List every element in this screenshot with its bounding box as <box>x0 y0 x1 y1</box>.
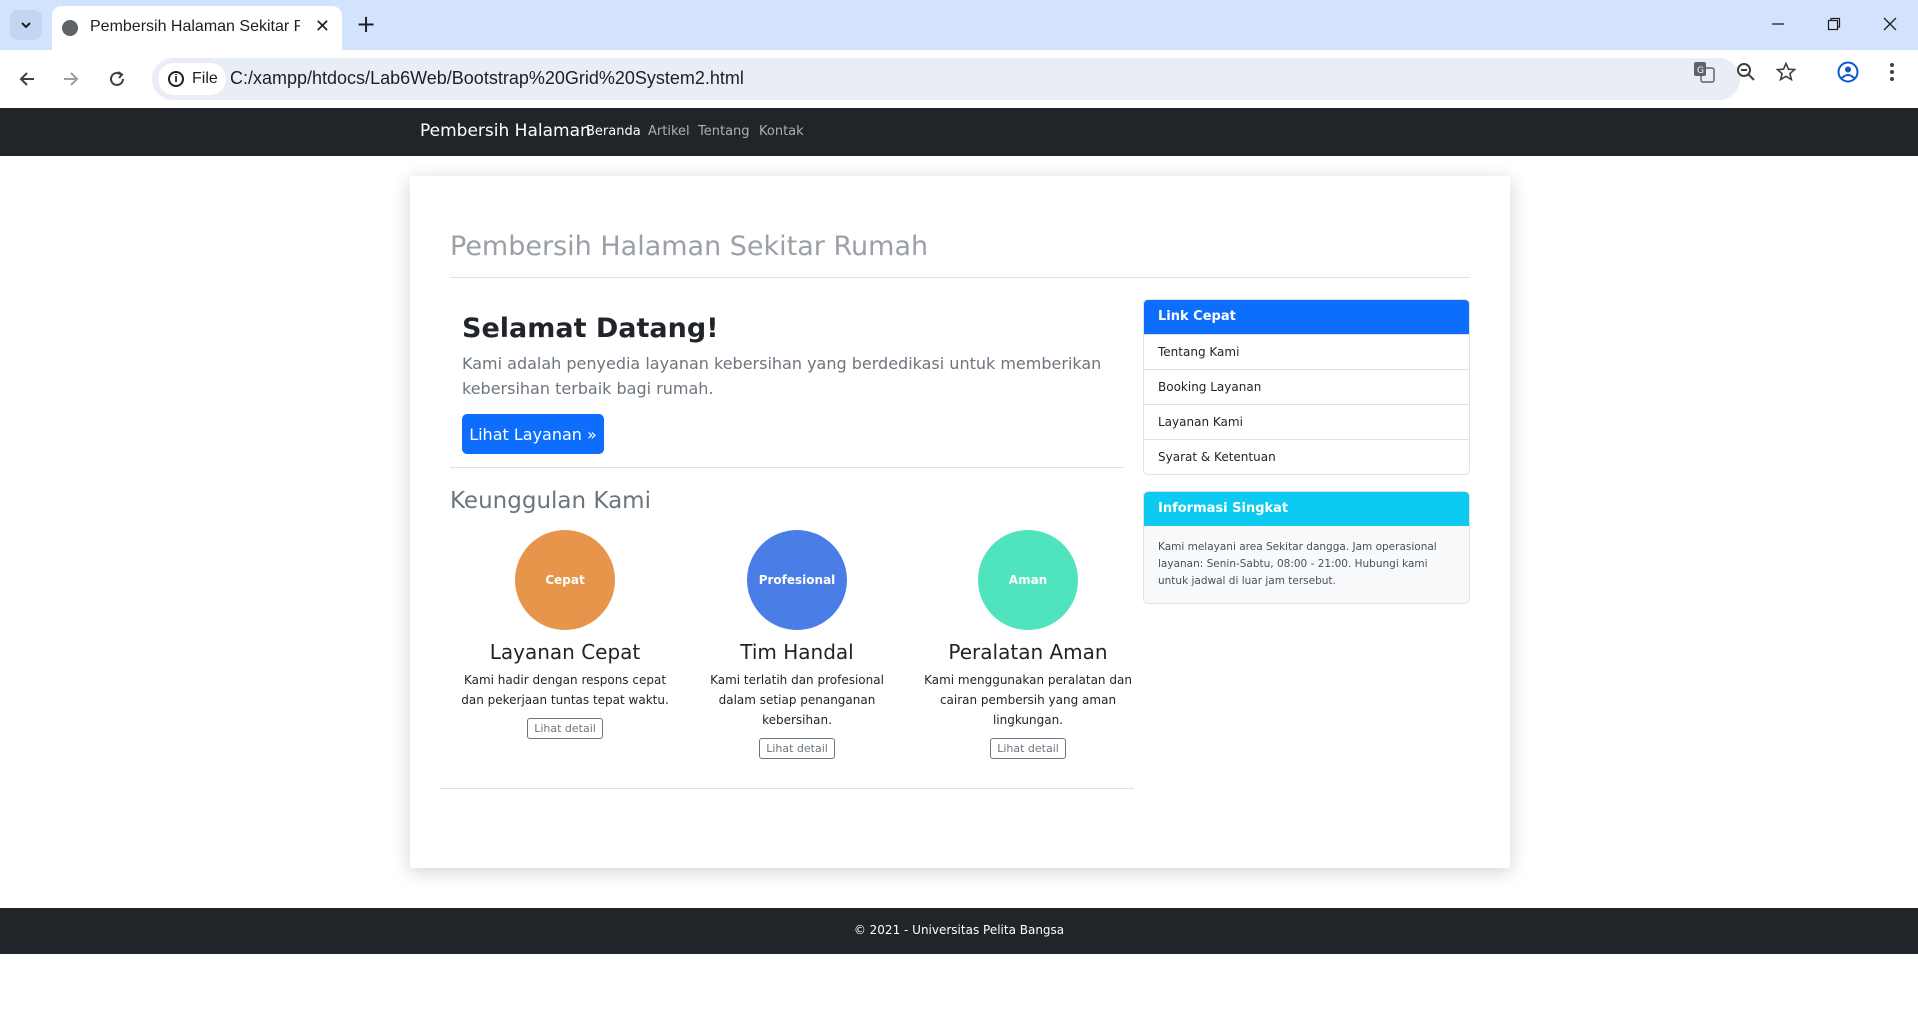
close-icon <box>1883 17 1897 31</box>
profile-icon[interactable] <box>1836 60 1860 84</box>
translate-icon[interactable]: G <box>1692 60 1716 84</box>
quick-links-header: Link Cepat <box>1144 300 1469 334</box>
features-divider <box>440 788 1134 789</box>
nav-link-artikel[interactable]: Artikel <box>648 124 690 139</box>
site-info-label: File <box>192 70 218 87</box>
feature-detail-button[interactable]: Lihat detail <box>990 738 1066 759</box>
chevron-down-icon <box>21 22 31 29</box>
feature-title: Tim Handal <box>740 640 854 664</box>
zoom-icon[interactable] <box>1734 60 1758 84</box>
quick-link-item[interactable]: Layanan Kami <box>1144 404 1469 439</box>
nav-link-tentang[interactable]: Tentang <box>698 124 750 139</box>
feature-badge-circle: Aman <box>978 530 1078 630</box>
feature-title: Peralatan Aman <box>948 640 1108 664</box>
info-text: Kami melayani area Sekitar dangga. Jam o… <box>1144 526 1469 603</box>
feature-card: Aman Peralatan Aman Kami menggunakan per… <box>923 530 1133 759</box>
welcome-text: Kami adalah penyedia layanan kebersihan … <box>462 354 1102 398</box>
quick-link-item[interactable]: Tentang Kami <box>1144 334 1469 369</box>
main-container: Pembersih Halaman Sekitar Rumah Selamat … <box>410 176 1510 868</box>
feature-detail-button[interactable]: Lihat detail <box>527 718 603 739</box>
welcome-heading: Selamat Datang! <box>462 313 719 344</box>
feature-badge-circle: Profesional <box>747 530 847 630</box>
minimize-icon <box>1772 23 1784 25</box>
close-window-button[interactable] <box>1870 8 1910 40</box>
forward-arrow-icon <box>64 72 79 86</box>
features-heading: Keunggulan Kami <box>450 488 651 514</box>
restore-icon <box>1827 17 1841 31</box>
footer-copyright: © 2021 - Universitas Pelita Bangsa <box>853 923 1065 937</box>
welcome-divider <box>450 467 1123 468</box>
feature-text: Kami hadir dengan respons cepat dan peke… <box>461 673 669 707</box>
info-header: Informasi Singkat <box>1144 492 1469 526</box>
site-footer: © 2021 - Universitas Pelita Bangsa <box>0 908 1918 954</box>
info-icon: i <box>168 71 184 87</box>
feature-card: Profesional Tim Handal Kami terlatih dan… <box>692 530 902 759</box>
tab-search-button[interactable] <box>10 10 42 40</box>
close-tab-icon[interactable]: ✕ <box>315 16 330 37</box>
reload-icon <box>110 71 124 86</box>
quick-link-item[interactable]: Syarat & Ketentuan <box>1144 439 1469 474</box>
feature-text: Kami menggunakan peralatan dan cairan pe… <box>924 673 1132 727</box>
site-navbar: Pembersih Halaman Beranda Artikel Tentan… <box>0 108 1918 156</box>
svg-text:G: G <box>1697 66 1704 76</box>
browser-tab[interactable]: Pembersih Halaman Sekitar Rumah ✕ <box>52 6 342 50</box>
globe-icon <box>62 20 78 36</box>
quick-links-panel: Link Cepat Tentang Kami Booking Layanan … <box>1143 299 1470 475</box>
view-services-button[interactable]: Lihat Layanan » <box>462 414 604 454</box>
feature-detail-button[interactable]: Lihat detail <box>759 738 835 759</box>
back-arrow-icon <box>19 72 34 86</box>
browser-toolbar: i File C:/xampp/htdocs/Lab6Web/Bootstrap… <box>0 50 1918 109</box>
reload-button[interactable] <box>102 64 132 94</box>
restore-button[interactable] <box>1814 8 1854 40</box>
back-button[interactable] <box>12 64 42 94</box>
nav-link-kontak[interactable]: Kontak <box>759 124 804 139</box>
bookmark-star-icon[interactable] <box>1774 60 1798 84</box>
site-info-chip[interactable]: i File <box>158 63 226 95</box>
feature-card: Cepat Layanan Cepat Kami hadir dengan re… <box>460 530 670 739</box>
quick-link-item[interactable]: Booking Layanan <box>1144 369 1469 404</box>
minimize-button[interactable] <box>1758 8 1798 40</box>
info-panel: Informasi Singkat Kami melayani area Sek… <box>1143 491 1470 604</box>
feature-badge-circle: Cepat <box>515 530 615 630</box>
feature-title: Layanan Cepat <box>489 640 641 664</box>
forward-button[interactable] <box>56 64 86 94</box>
tab-title: Pembersih Halaman Sekitar Rumah <box>90 18 300 35</box>
browser-tabstrip: Pembersih Halaman Sekitar Rumah ✕ + <box>0 0 1918 50</box>
url-text[interactable]: C:/xampp/htdocs/Lab6Web/Bootstrap%20Grid… <box>230 68 744 89</box>
nav-link-beranda[interactable]: Beranda <box>586 124 641 139</box>
address-bar[interactable]: i File C:/xampp/htdocs/Lab6Web/Bootstrap… <box>152 58 1740 100</box>
page-title: Pembersih Halaman Sekitar Rumah <box>450 231 929 262</box>
navbar-brand[interactable]: Pembersih Halaman <box>420 121 591 141</box>
menu-kebab-icon[interactable] <box>1880 60 1904 84</box>
feature-text: Kami terlatih dan profesional dalam seti… <box>710 673 884 727</box>
new-tab-button[interactable]: + <box>352 10 380 38</box>
title-divider <box>450 277 1470 278</box>
